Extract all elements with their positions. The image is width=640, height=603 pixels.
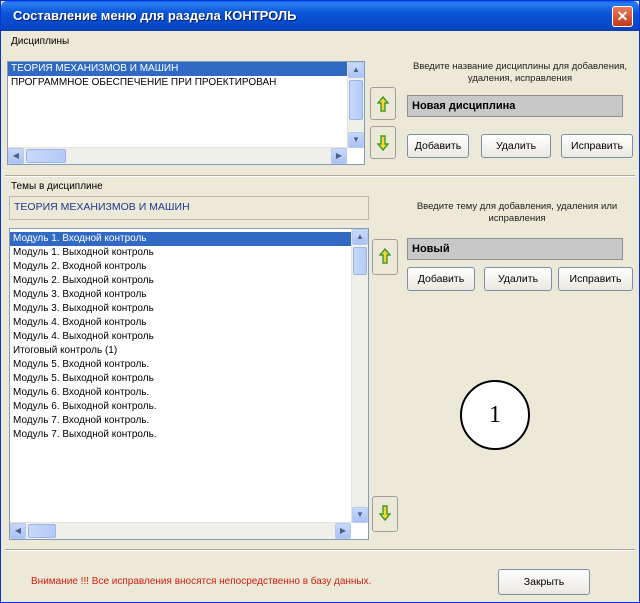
scroll-left-icon[interactable]: ◀ xyxy=(10,523,26,539)
topics-vertical-scrollbar[interactable]: ▲ ▼ xyxy=(351,229,368,523)
topics-list: Модуль 1. Входной контроль Модуль 1. Выхо… xyxy=(10,229,368,442)
scroll-thumb-horizontal[interactable] xyxy=(26,149,66,163)
topic-name-input[interactable]: Новый xyxy=(407,238,623,260)
disciplines-horizontal-scrollbar[interactable]: ◀ ▶ xyxy=(8,147,347,164)
arrow-down-icon xyxy=(378,505,392,522)
list-item[interactable]: Модуль 4. Входной контроль xyxy=(10,316,368,330)
list-item[interactable]: Модуль 2. Выходной контроль xyxy=(10,274,368,288)
list-item[interactable]: Итоговый контроль (1) xyxy=(10,344,368,358)
disciplines-listbox[interactable]: ТЕОРИЯ МЕХАНИЗМОВ И МАШИН ПРОГРАММНОЕ ОБЕ… xyxy=(7,61,365,165)
edit-discipline-button[interactable]: Исправить xyxy=(561,134,633,158)
list-item[interactable]: ПРОГРАММНОЕ ОБЕСПЕЧЕНИЕ ПРИ ПРОЕКТИРОВАН xyxy=(8,76,364,90)
topics-horizontal-scrollbar[interactable]: ◀ ▶ xyxy=(10,522,351,539)
topics-listbox[interactable]: Модуль 1. Входной контроль Модуль 1. Выхо… xyxy=(9,228,369,540)
add-topic-button[interactable]: Добавить xyxy=(407,267,475,291)
list-item[interactable]: Модуль 3. Входной контроль xyxy=(10,288,368,302)
scroll-left-icon[interactable]: ◀ xyxy=(8,148,24,164)
list-item[interactable]: Модуль 3. Выходной контроль xyxy=(10,302,368,316)
scroll-down-icon[interactable]: ▼ xyxy=(352,507,368,523)
window-title: Составление меню для раздела КОНТРОЛЬ xyxy=(13,8,297,23)
scroll-up-icon[interactable]: ▲ xyxy=(348,62,364,78)
list-item[interactable]: Модуль 4. Выходной контроль xyxy=(10,330,368,344)
list-item[interactable]: ТЕОРИЯ МЕХАНИЗМОВ И МАШИН xyxy=(8,62,364,76)
discipline-name-input[interactable]: Новая дисциплина xyxy=(407,95,623,117)
arrow-up-icon xyxy=(376,95,390,112)
scroll-thumb-horizontal[interactable] xyxy=(28,524,56,538)
section-divider xyxy=(5,175,635,177)
disciplines-vertical-scrollbar[interactable]: ▲ ▼ xyxy=(347,62,364,148)
move-discipline-up-button[interactable] xyxy=(370,87,396,120)
close-window-button[interactable]: ✕ xyxy=(612,6,633,27)
list-item[interactable]: Модуль 7. Выходной контроль. xyxy=(10,428,368,442)
annotation-number: 1 xyxy=(460,380,530,450)
disciplines-list: ТЕОРИЯ МЕХАНИЗМОВ И МАШИН ПРОГРАММНОЕ ОБЕ… xyxy=(8,62,364,90)
topics-group-label: Темы в дисциплине xyxy=(11,181,103,192)
arrow-up-icon xyxy=(378,247,392,264)
arrow-down-icon xyxy=(376,135,390,152)
list-item[interactable]: Модуль 6. Выходной контроль. xyxy=(10,400,368,414)
topics-hint: Введите тему для добавления, удаления ил… xyxy=(416,201,618,224)
delete-topic-button[interactable]: Удалить xyxy=(484,267,552,291)
list-item[interactable]: Модуль 1. Входной контроль xyxy=(10,232,368,246)
scroll-up-icon[interactable]: ▲ xyxy=(352,229,368,245)
edit-topic-button[interactable]: Исправить xyxy=(558,267,633,291)
scroll-right-icon[interactable]: ▶ xyxy=(331,148,347,164)
move-topic-down-button[interactable] xyxy=(372,496,398,532)
title-bar[interactable]: Составление меню для раздела КОНТРОЛЬ ✕ xyxy=(1,1,639,31)
warning-text: Внимание !!! Все исправления вносятся не… xyxy=(31,576,372,587)
footer-divider xyxy=(5,549,635,551)
list-item[interactable]: Модуль 7. Входной контроль. xyxy=(10,414,368,428)
move-discipline-down-button[interactable] xyxy=(370,126,396,159)
delete-discipline-button[interactable]: Удалить xyxy=(481,134,551,158)
topics-current-discipline: ТЕОРИЯ МЕХАНИЗМОВ И МАШИН xyxy=(9,196,369,220)
close-button[interactable]: Закрыть xyxy=(498,569,590,595)
list-item[interactable]: Модуль 2. Входной контроль xyxy=(10,260,368,274)
current-discipline-label: ТЕОРИЯ МЕХАНИЗМОВ И МАШИН xyxy=(14,201,190,213)
list-item[interactable]: Модуль 1. Выходной контроль xyxy=(10,246,368,260)
disciplines-group-label: Дисциплины xyxy=(11,36,70,47)
move-topic-up-button[interactable] xyxy=(372,239,398,275)
scroll-thumb[interactable] xyxy=(353,247,367,275)
scroll-down-icon[interactable]: ▼ xyxy=(348,132,364,148)
disciplines-hint: Введите название дисциплины для добавлен… xyxy=(412,61,628,84)
dialog-window: Составление меню для раздела КОНТРОЛЬ ✕ … xyxy=(0,0,640,603)
list-item[interactable]: Модуль 5. Входной контроль. xyxy=(10,358,368,372)
add-discipline-button[interactable]: Добавить xyxy=(407,134,469,158)
scroll-thumb[interactable] xyxy=(349,80,363,120)
list-item[interactable]: Модуль 5. Выходной контроль xyxy=(10,372,368,386)
scroll-right-icon[interactable]: ▶ xyxy=(335,523,351,539)
list-item[interactable]: Модуль 6. Входной контроль. xyxy=(10,386,368,400)
